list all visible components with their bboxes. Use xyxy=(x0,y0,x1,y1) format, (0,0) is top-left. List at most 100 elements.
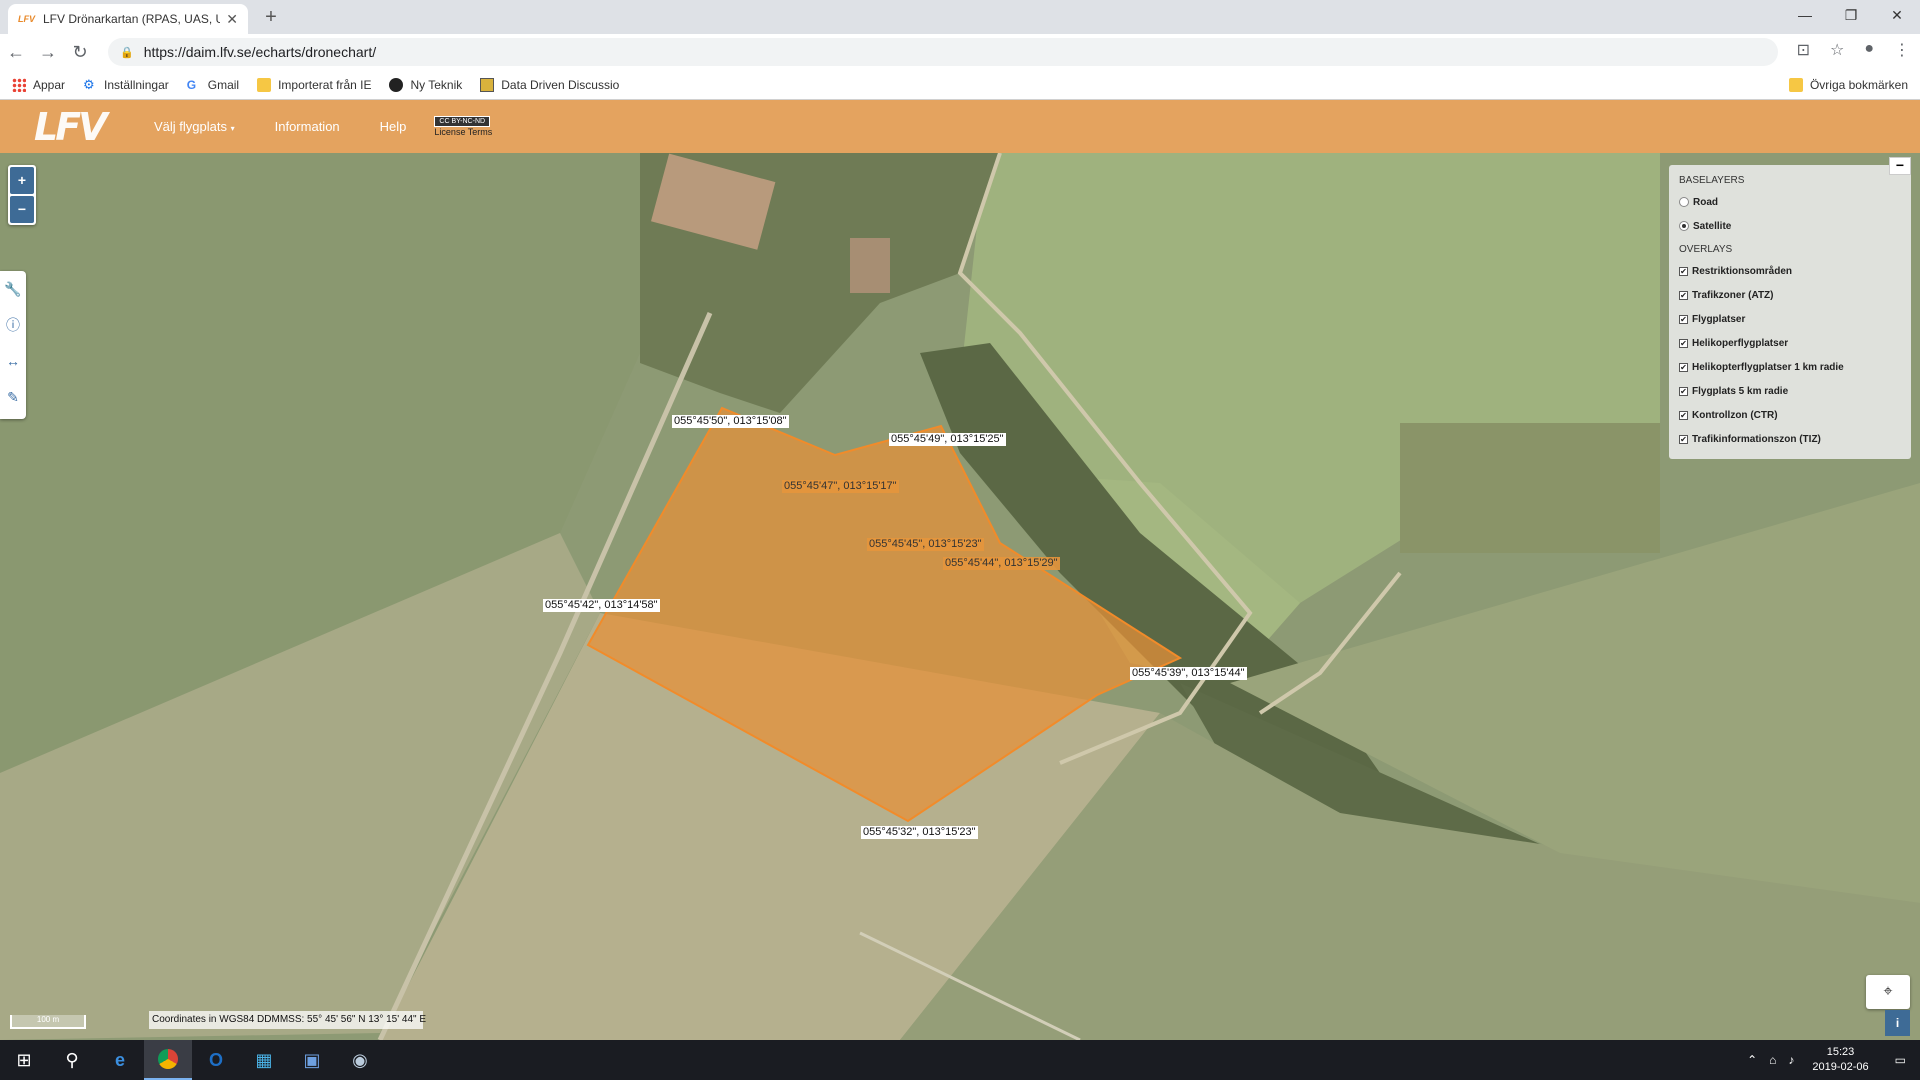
overlay-label: Trafikinformationszon (TIZ) xyxy=(1692,433,1821,445)
edge-icon[interactable]: e xyxy=(96,1040,144,1080)
checkbox[interactable]: ✔ xyxy=(1679,266,1688,276)
translate-icon[interactable]: ⊡ xyxy=(1797,40,1810,60)
bookmark-label: Ny Teknik xyxy=(410,77,463,92)
license-terms-label: License Terms xyxy=(434,127,493,137)
attribution-info-button[interactable]: i xyxy=(1885,1010,1910,1036)
draw-pencil-icon[interactable]: ✎ xyxy=(0,379,26,415)
license-link[interactable]: CC BY-NC-ND License Terms xyxy=(434,116,492,137)
browser-toolbar: ← → ↻ 🔒 https://daim.lfv.se/echarts/dron… xyxy=(0,34,1920,70)
gear-icon: ⚙ xyxy=(83,76,95,92)
checkbox[interactable]: ✔ xyxy=(1679,362,1688,372)
new-tab-button[interactable]: + xyxy=(258,6,284,29)
radio-satellite[interactable] xyxy=(1679,221,1689,231)
bookmark-appar[interactable]: Appar xyxy=(12,77,65,92)
zoom-out-button[interactable]: − xyxy=(10,196,34,223)
bookmark-importerat[interactable]: Importerat från IE xyxy=(257,77,371,92)
measure-icon[interactable]: ↔ xyxy=(0,343,26,379)
scale-bar: 100 m xyxy=(10,1015,86,1029)
bookmark-data-driven[interactable]: Data Driven Discussio xyxy=(480,77,619,92)
back-icon[interactable]: ← xyxy=(0,42,32,63)
radio-road[interactable] xyxy=(1679,197,1689,207)
overlay-label: Helikopterflygplatser 1 km radie xyxy=(1692,361,1844,373)
windows-start-icon[interactable]: ⊞ xyxy=(0,1040,48,1080)
other-bookmarks[interactable]: Övriga bokmärken xyxy=(1788,78,1908,92)
baselayer-road[interactable]: Road xyxy=(1679,190,1901,214)
vertex-label: 055°45'44", 013°15'29" xyxy=(943,557,1060,570)
bookmark-ny-teknik[interactable]: Ny Teknik xyxy=(389,77,463,92)
tray-chevron-icon[interactable]: ⌃ xyxy=(1747,1053,1757,1067)
close-window-icon[interactable]: ✕ xyxy=(1874,0,1920,30)
overlay-row[interactable]: ✔ Helikoperflygplatser xyxy=(1679,331,1901,355)
satellite-imagery xyxy=(0,153,1920,1040)
overlay-label: Flygplatser xyxy=(1692,313,1746,325)
nav-label: Välj flygplats xyxy=(154,119,227,134)
overlay-row[interactable]: ✔ Trafikinformationszon (TIZ) xyxy=(1679,427,1901,451)
cc-license-badge: CC BY-NC-ND xyxy=(434,116,491,127)
overlay-row[interactable]: ✔ Kontrollzon (CTR) xyxy=(1679,403,1901,427)
nav-valj-flygplats[interactable]: Välj flygplats ▾ xyxy=(154,119,235,134)
checkbox[interactable]: ✔ xyxy=(1679,410,1688,420)
outlook-icon[interactable]: O xyxy=(192,1040,240,1080)
overlay-label: Kontrollzon (CTR) xyxy=(1692,409,1778,421)
search-icon[interactable]: ⚲ xyxy=(48,1040,96,1080)
minimize-icon[interactable]: — xyxy=(1782,0,1828,30)
volume-icon[interactable]: ♪ xyxy=(1788,1053,1794,1067)
remote-desktop-icon[interactable]: ▣ xyxy=(288,1040,336,1080)
app-header: LFV Välj flygplats ▾ Information Help CC… xyxy=(0,100,1920,153)
map-canvas[interactable]: + − 🔧 ⓘ ↔ ✎ BASELAYERS Road Satellite OV… xyxy=(0,153,1920,1040)
vertex-label: 055°45'32", 013°15'23" xyxy=(861,826,978,839)
overlay-row[interactable]: ✔ Helikopterflygplatser 1 km radie xyxy=(1679,355,1901,379)
office-app-icon[interactable]: ▦ xyxy=(240,1040,288,1080)
overlay-row[interactable]: ✔ Restriktionsområden xyxy=(1679,259,1901,283)
wrench-icon[interactable]: 🔧 xyxy=(0,271,26,307)
window-controls: — ❐ ✕ xyxy=(1782,0,1920,30)
overlay-row[interactable]: ✔ Trafikzoner (ATZ) xyxy=(1679,283,1901,307)
locate-crosshair-icon[interactable]: ⌖ xyxy=(1866,975,1910,1009)
overlay-row[interactable]: ✔ Flygplatser xyxy=(1679,307,1901,331)
checkbox[interactable]: ✔ xyxy=(1679,434,1688,444)
overlays-heading: OVERLAYS xyxy=(1679,244,1733,255)
bookmarks-bar: Appar ⚙ Inställningar G Gmail Importerat… xyxy=(0,70,1920,100)
globe-app-icon[interactable]: ◉ xyxy=(336,1040,384,1080)
lfv-logo[interactable]: LFV xyxy=(34,105,114,149)
baselayers-heading: BASELAYERS xyxy=(1679,175,1745,186)
collapse-layers-button[interactable]: − xyxy=(1889,157,1911,175)
nav-help[interactable]: Help xyxy=(380,119,407,134)
url-text: https://daim.lfv.se/echarts/dronechart/ xyxy=(143,44,377,60)
chrome-icon[interactable] xyxy=(144,1040,192,1080)
overlay-label: Helikoperflygplatser xyxy=(1692,337,1789,349)
profile-icon[interactable]: ● xyxy=(1864,40,1874,60)
baselayer-satellite[interactable]: Satellite xyxy=(1679,214,1901,238)
bookmark-label: Inställningar xyxy=(104,77,169,92)
checkbox[interactable]: ✔ xyxy=(1679,338,1688,348)
bookmark-installningar[interactable]: ⚙ Inställningar xyxy=(83,76,169,92)
checkbox[interactable]: ✔ xyxy=(1679,290,1688,300)
overlay-row[interactable]: ✔ Flygplats 5 km radie xyxy=(1679,379,1901,403)
tab-title: LFV Drönarkartan (RPAS, UAS, UA xyxy=(43,12,221,26)
restore-icon[interactable]: ❐ xyxy=(1828,0,1874,30)
baselayer-label: Satellite xyxy=(1693,220,1732,232)
overlay-label: Restriktionsområden xyxy=(1692,265,1793,277)
close-tab-icon[interactable]: ✕ xyxy=(226,11,238,28)
info-icon[interactable]: ⓘ xyxy=(0,307,26,343)
notifications-icon[interactable]: ▭ xyxy=(1895,1053,1906,1067)
address-bar[interactable]: 🔒 https://daim.lfv.se/echarts/dronechart… xyxy=(108,38,1778,66)
folder-icon xyxy=(1788,78,1803,92)
menu-icon[interactable]: ⋮ xyxy=(1894,40,1910,60)
system-tray: ⌃ ⌂ ♪ 15:23 2019-02-06 ▭ xyxy=(1741,1040,1920,1080)
bookmark-gmail[interactable]: G Gmail xyxy=(187,78,239,92)
bookmark-star-icon[interactable]: ☆ xyxy=(1830,40,1844,60)
forward-icon[interactable]: → xyxy=(32,42,64,63)
google-icon: G xyxy=(186,77,197,92)
cursor-coordinates: Coordinates in WGS84 DDMMSS: 55° 45' 56"… xyxy=(149,1011,426,1029)
browser-tab[interactable]: LFV LFV Drönarkartan (RPAS, UAS, UA ✕ xyxy=(8,4,248,34)
bookmark-label: Gmail xyxy=(207,77,240,92)
checkbox[interactable]: ✔ xyxy=(1679,386,1688,396)
lock-icon[interactable]: 🔒 xyxy=(120,46,134,59)
zoom-in-button[interactable]: + xyxy=(10,167,34,194)
network-icon[interactable]: ⌂ xyxy=(1769,1053,1776,1067)
nav-information[interactable]: Information xyxy=(275,119,340,134)
reload-icon[interactable]: ↻ xyxy=(64,42,96,63)
clock[interactable]: 15:23 2019-02-06 xyxy=(1812,1045,1868,1075)
checkbox[interactable]: ✔ xyxy=(1679,314,1688,324)
